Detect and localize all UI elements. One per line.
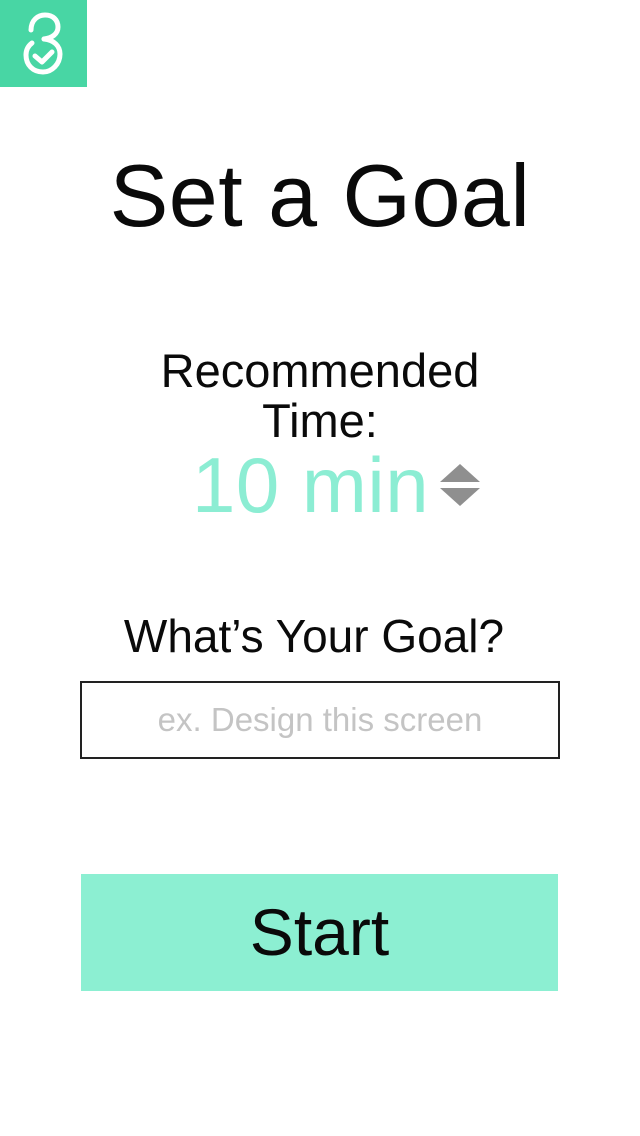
time-stepper[interactable] bbox=[437, 458, 483, 512]
goal-question-label: What’s Your Goal? bbox=[123, 610, 505, 662]
start-button[interactable]: Start bbox=[81, 874, 558, 991]
app-logo bbox=[0, 0, 87, 87]
recommended-time-label-line2: Time: bbox=[262, 394, 378, 447]
app-logo-icon bbox=[23, 12, 63, 75]
up-down-stepper-icon[interactable] bbox=[437, 458, 483, 512]
recommended-time-value: 10 min bbox=[192, 441, 430, 529]
recommended-time-label-line1: Recommended bbox=[160, 344, 480, 397]
stepper-up-arrow bbox=[440, 464, 481, 482]
stepper-down-arrow bbox=[440, 488, 481, 506]
page-title: Set a Goal bbox=[109, 146, 531, 245]
recommended-time-row: 10 min bbox=[192, 440, 483, 530]
recommended-time-label: Recommended Time: bbox=[120, 346, 520, 446]
goal-input[interactable] bbox=[80, 681, 560, 759]
